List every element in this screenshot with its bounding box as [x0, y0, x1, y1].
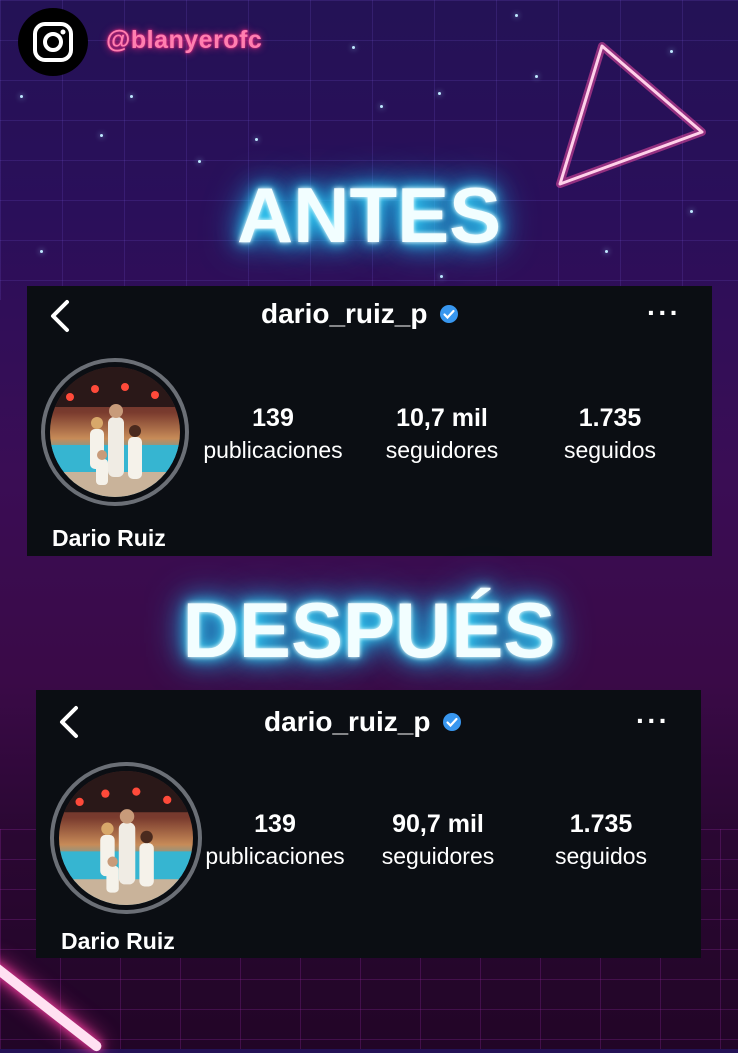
posts-count: 139: [254, 810, 296, 838]
following-count: 1.735: [578, 404, 642, 432]
profile-name: Dario Ruiz: [52, 525, 166, 551]
family-photo-illustration: [59, 771, 193, 905]
star: [20, 95, 23, 98]
profile-photo: [59, 771, 193, 905]
posts-stat[interactable]: 139 publicaciones: [200, 810, 350, 870]
followers-label: seguidores: [381, 843, 495, 869]
posts-stat[interactable]: 139 publicaciones: [195, 404, 351, 464]
avatar[interactable]: [50, 762, 202, 914]
star: [438, 92, 441, 95]
username: dario_ruiz_p: [264, 706, 431, 737]
posts-label: publicaciones: [205, 843, 345, 869]
before-title: ANTES: [236, 171, 502, 259]
star: [130, 95, 133, 98]
profile-name: Dario Ruiz: [61, 928, 175, 954]
star: [100, 134, 103, 137]
verified-badge-icon: [440, 305, 459, 323]
instagram-badge: [18, 8, 88, 76]
profile-card-before: dario_ruiz_p ··· 139 publicaciones 10,7 …: [27, 286, 712, 556]
username-header[interactable]: dario_ruiz_p: [264, 706, 462, 738]
followers-stat[interactable]: 10,7 mil seguidores: [367, 404, 517, 464]
more-options-icon[interactable]: ···: [647, 299, 681, 327]
profile-photo: [50, 367, 180, 497]
after-title: DESPUÉS: [182, 586, 556, 674]
back-arrow-icon[interactable]: [45, 298, 75, 334]
star: [198, 160, 201, 163]
star: [515, 14, 518, 17]
star: [352, 46, 355, 49]
star: [255, 138, 258, 141]
following-label: seguidos: [554, 843, 648, 869]
followers-stat[interactable]: 90,7 mil seguidores: [366, 810, 510, 870]
following-stat[interactable]: 1.735 seguidos: [538, 810, 664, 870]
neon-triangle-decoration: [556, 42, 706, 188]
followers-count: 90,7 mil: [392, 810, 484, 838]
username-header[interactable]: dario_ruiz_p: [261, 298, 459, 330]
following-stat[interactable]: 1.735 seguidos: [545, 404, 675, 464]
followers-label: seguidores: [385, 437, 499, 463]
following-label: seguidos: [563, 437, 657, 463]
star: [380, 105, 383, 108]
back-arrow-icon[interactable]: [54, 704, 84, 740]
followers-count: 10,7 mil: [396, 404, 488, 432]
more-options-icon[interactable]: ···: [636, 707, 670, 735]
verified-badge-icon: [443, 713, 462, 731]
profile-card-after: dario_ruiz_p ··· 139 publicaciones 90,7 …: [36, 690, 701, 958]
posts-label: publicaciones: [203, 437, 343, 463]
star: [535, 75, 538, 78]
following-count: 1.735: [569, 810, 633, 838]
account-handle: @blanyerofc: [106, 26, 263, 54]
family-photo-illustration: [50, 367, 180, 497]
star: [440, 275, 443, 278]
instagram-icon: [33, 22, 73, 62]
avatar[interactable]: [41, 358, 189, 506]
username: dario_ruiz_p: [261, 298, 428, 329]
posts-count: 139: [252, 404, 294, 432]
